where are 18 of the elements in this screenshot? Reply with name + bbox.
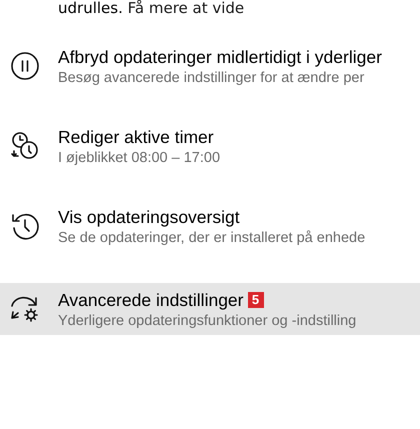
clock-icon — [10, 131, 40, 161]
settings-item[interactable]: Vis opdateringsoversigt Se de opdateringer, der er installeret på enhede — [0, 203, 420, 249]
item-title: Afbryd opdateringer midlertidigt i yderliger — [58, 46, 382, 68]
intro-text: udrulles. Få mere at vide — [57, 0, 246, 19]
item-description: Se de opdateringer, der er installeret på enhede — [58, 230, 366, 246]
item-title: Vis opdateringsoversigt — [58, 206, 240, 228]
settings-item[interactable]: Avancerede indstillinger 5 Yderligere opdateringsfunktioner og -indstilling — [0, 283, 420, 335]
item-description: Besøg avancerede indstillinger for at ændre per — [58, 70, 366, 86]
item-title: Avancerede indstillinger — [58, 290, 244, 310]
settings-item[interactable]: Rediger aktive timer I øjeblikket 08:00 – 17:00 — [0, 123, 420, 169]
number-badge: 5 — [248, 292, 264, 308]
pause-icon — [10, 51, 40, 81]
item-description: I øjeblikket 08:00 – 17:00 — [58, 150, 220, 166]
learn-more-link[interactable]: Få mere at vide — [128, 0, 244, 17]
item-title: Rediger aktive timer — [58, 126, 214, 148]
history-icon — [10, 211, 40, 241]
settings-item[interactable]: Afbryd opdateringer midlertidigt i yderliger Besøg avancerede indstillinger for at ændre per — [0, 43, 420, 89]
item-description: Yderligere opdateringsfunktioner og -indstilling — [58, 312, 356, 328]
